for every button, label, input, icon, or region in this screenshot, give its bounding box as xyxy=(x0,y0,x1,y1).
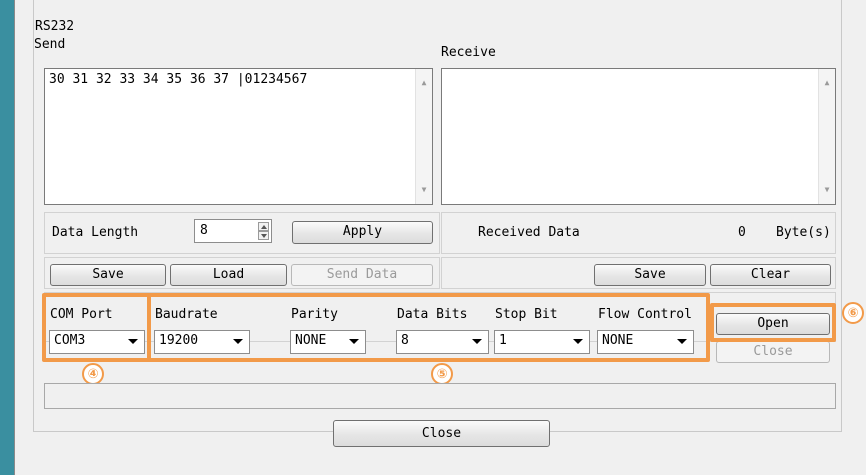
send-text: 30 31 32 33 34 35 36 37 |01234567 xyxy=(49,72,308,87)
received-data-label: Received Data xyxy=(478,225,580,240)
send-data-button[interactable]: Send Data xyxy=(291,264,433,286)
data-length-value: 8 xyxy=(200,223,208,238)
apply-button[interactable]: Apply xyxy=(292,221,433,244)
scroll-down-icon[interactable]: ▼ xyxy=(416,186,432,194)
clear-button[interactable]: Clear xyxy=(710,264,831,286)
send-label: Send xyxy=(34,37,66,52)
close-button[interactable]: Close xyxy=(333,420,550,447)
data-length-input[interactable]: 8 xyxy=(194,219,272,243)
send-save-button[interactable]: Save xyxy=(50,264,166,286)
receive-scrollbar[interactable]: ▲ ▼ xyxy=(818,69,835,204)
spin-down-icon[interactable] xyxy=(258,231,269,240)
left-edge-bar xyxy=(0,0,14,475)
com-port-highlight xyxy=(42,293,151,362)
load-button[interactable]: Load xyxy=(170,264,287,286)
receive-label: Receive xyxy=(441,45,496,60)
scroll-up-icon[interactable]: ▲ xyxy=(819,79,835,87)
send-textarea[interactable]: 30 31 32 33 34 35 36 37 |01234567 ▲ ▼ xyxy=(44,68,433,205)
rs232-group-title: RS232 xyxy=(34,19,76,35)
receive-save-button[interactable]: Save xyxy=(594,264,706,286)
callout-6: ⑥ xyxy=(842,302,864,324)
open-button-highlight xyxy=(710,303,836,342)
serial-settings-highlight xyxy=(147,293,710,362)
scroll-up-icon[interactable]: ▲ xyxy=(416,79,432,87)
receive-textarea[interactable]: ▲ ▼ xyxy=(441,68,836,205)
scroll-down-icon[interactable]: ▼ xyxy=(819,186,835,194)
callout-5: ⑤ xyxy=(431,363,453,385)
spin-up-icon[interactable] xyxy=(258,222,269,231)
data-length-label: Data Length xyxy=(52,225,139,240)
port-close-button[interactable]: Close xyxy=(716,341,830,363)
status-bar xyxy=(44,383,836,409)
received-data-count: 0 xyxy=(738,225,746,240)
callout-4: ④ xyxy=(82,363,104,385)
received-data-unit: Byte(s) xyxy=(776,225,831,240)
send-scrollbar[interactable]: ▲ ▼ xyxy=(415,69,432,204)
